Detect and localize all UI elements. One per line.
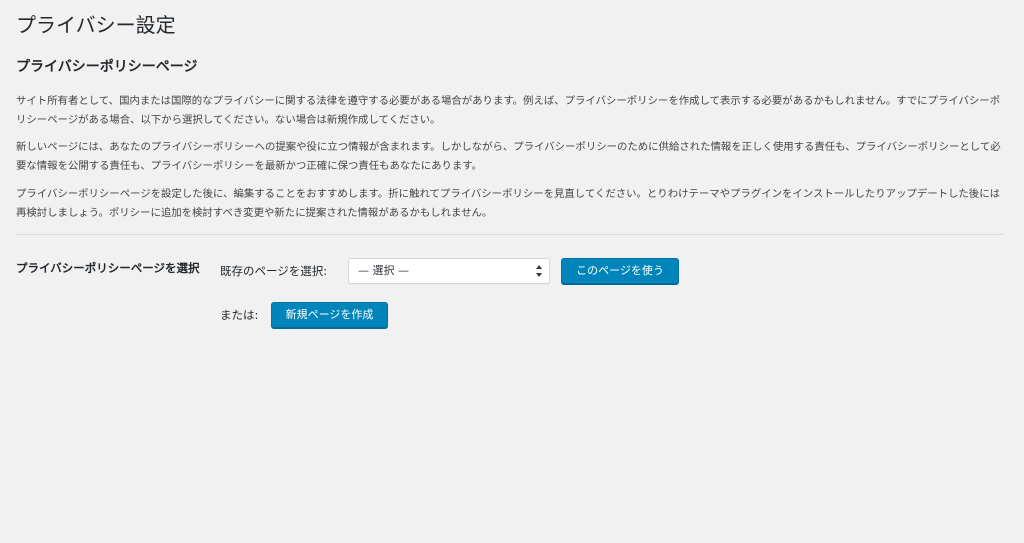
description-paragraph-3: プライバシーポリシーページを設定した後に、編集することをおすすめします。折に触れ… xyxy=(16,188,1000,219)
select-arrows-icon xyxy=(536,265,542,277)
description-paragraph-1: サイト所有者として、国内または国際的なプライバシーに関する法律を遵守する必要があ… xyxy=(16,95,1001,126)
privacy-page-row-label: プライバシーポリシーページを選択 xyxy=(16,261,200,275)
existing-page-label: 既存のページを選択: xyxy=(220,264,328,278)
page-title: プライバシー設定 xyxy=(16,13,176,37)
select-value: — 選択 — xyxy=(358,264,409,277)
use-this-page-button[interactable]: このページを使う xyxy=(561,258,679,284)
description-paragraph-2: 新しいページには、あなたのプライバシーポリシーへの提案や役に立つ情報が含まれます… xyxy=(16,141,1001,172)
section-divider xyxy=(16,234,1004,235)
create-new-page-button[interactable]: 新規ページを作成 xyxy=(271,302,388,328)
section-heading: プライバシーポリシーページ xyxy=(16,59,198,75)
privacy-page-select[interactable]: — 選択 — xyxy=(348,258,550,284)
or-label: または: xyxy=(220,308,259,322)
